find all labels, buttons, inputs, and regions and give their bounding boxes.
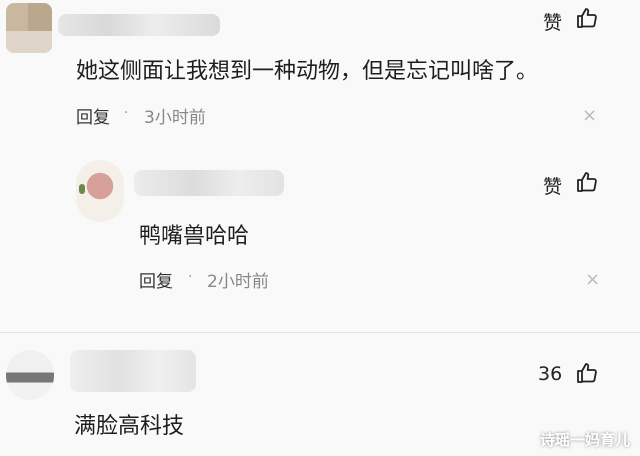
comment-text: 满脸高科技 [74, 414, 185, 439]
like-button[interactable]: 赞 [543, 172, 562, 199]
avatar[interactable] [6, 350, 54, 400]
separator-dot: · [124, 105, 129, 121]
thumbs-up-icon[interactable] [575, 361, 599, 385]
thumbs-up-icon[interactable] [575, 170, 599, 194]
watermark: 诗瑶一妈育儿 [539, 431, 630, 449]
like-button[interactable]: 赞 [543, 8, 562, 35]
close-icon[interactable]: × [585, 269, 600, 290]
separator-dot: · [188, 269, 193, 285]
like-label: 赞 [543, 176, 563, 198]
timestamp: 2小时前 [207, 272, 269, 292]
like-label: 36 [538, 363, 563, 385]
like-count[interactable]: 36 [538, 363, 562, 385]
reply-button[interactable]: 回复 [76, 103, 110, 128]
avatar[interactable] [6, 3, 52, 53]
comment-text: 她这侧面让我想到一种动物，但是忘记叫啥了。 [76, 59, 539, 84]
like-label: 赞 [543, 12, 563, 34]
comment-text: 鸭嘴兽哈哈 [139, 224, 250, 249]
username-blurred[interactable] [58, 14, 220, 36]
thumbs-up-icon[interactable] [575, 6, 599, 30]
avatar[interactable] [76, 160, 124, 222]
username-blurred[interactable] [134, 170, 284, 196]
timestamp: 3小时前 [144, 108, 206, 128]
divider [0, 332, 640, 333]
username-blurred[interactable] [70, 350, 196, 392]
reply-button[interactable]: 回复 [139, 267, 173, 292]
close-icon[interactable]: × [582, 105, 597, 126]
